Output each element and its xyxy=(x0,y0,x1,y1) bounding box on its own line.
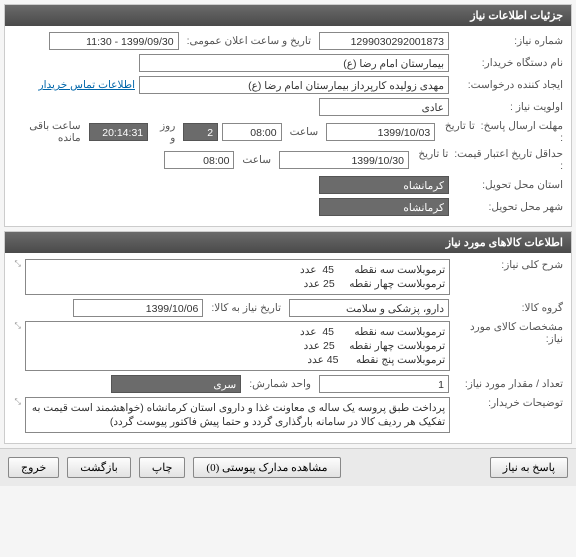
row-notes: توضیحات خریدار: پرداخت طبق پروسه یک ساله… xyxy=(13,397,563,433)
priority-label: اولویت نیاز : xyxy=(453,101,563,113)
resize-icon[interactable]: ⤡ xyxy=(13,397,21,405)
public-date-label: تاریخ و ساعت اعلان عمومی: xyxy=(183,35,315,47)
row-requester: ایجاد کننده درخواست: مهدی زولیده کارپردا… xyxy=(13,76,563,94)
resize-icon[interactable]: ⤡ xyxy=(13,321,21,329)
min-valid-time-field: 08:00 xyxy=(164,151,234,169)
qty-field: 1 xyxy=(319,375,449,393)
row-min-valid: حداقل تاریخ اعتبار قیمت: تا تاریخ : 1399… xyxy=(13,148,563,172)
requester-label: ایجاد کننده درخواست: xyxy=(453,79,563,91)
countdown-field: 20:14:31 xyxy=(89,123,149,141)
province-label: استان محل تحویل: xyxy=(453,179,563,191)
desc-label: شرح کلی نیاز: xyxy=(454,259,563,271)
days-remaining-field: 2 xyxy=(183,123,218,141)
row-group: گروه کالا: دارو، پزشکی و سلامت تاریخ نیا… xyxy=(13,299,563,317)
unit-label: واحد شمارش: xyxy=(245,378,315,390)
group-field: دارو، پزشکی و سلامت xyxy=(289,299,449,317)
priority-field: عادی xyxy=(319,98,449,116)
exit-button[interactable]: خروج xyxy=(8,457,59,478)
buyer-label: نام دستگاه خریدار: xyxy=(453,57,563,69)
min-valid-date-field: 1399/10/30 xyxy=(279,151,409,169)
qty-label: تعداد / مقدار مورد نیاز: xyxy=(453,378,563,390)
row-city: شهر محل تحویل: کرمانشاه xyxy=(13,198,563,216)
resize-icon[interactable]: ⤡ xyxy=(13,259,21,267)
city-field: کرمانشاه xyxy=(319,198,449,216)
notes-label: توضیحات خریدار: xyxy=(454,397,563,409)
need-details-panel: جزئیات اطلاعات نیاز شماره نیاز: 12990302… xyxy=(4,4,572,227)
row-deadline: مهلت ارسال پاسخ: تا تاریخ : 1399/10/03 س… xyxy=(13,120,563,144)
row-buyer: نام دستگاه خریدار: بیمارستان امام رضا (ع… xyxy=(13,54,563,72)
need-details-body: شماره نیاز: 1299030292001873 تاریخ و ساع… xyxy=(5,26,571,226)
contact-link[interactable]: اطلاعات تماس خریدار xyxy=(39,79,135,91)
notes-field: پرداخت طبق پروسه یک ساله ی معاونت غذا و … xyxy=(25,397,450,433)
spec-field: ترموبلاست سه نقطه 45 عدد ترموبلاست چهار … xyxy=(25,321,450,371)
city-label: شهر محل تحویل: xyxy=(453,201,563,213)
need-details-header: جزئیات اطلاعات نیاز xyxy=(5,5,571,26)
public-date-field: 1399/09/30 - 11:30 xyxy=(49,32,179,50)
min-valid-label: حداقل تاریخ اعتبار قیمت: تا تاریخ : xyxy=(413,148,563,172)
deadline-date-field: 1399/10/03 xyxy=(326,123,435,141)
deadline-time-label: ساعت xyxy=(286,126,323,138)
deadline-label: مهلت ارسال پاسخ: تا تاریخ : xyxy=(439,120,563,144)
spec-label: مشخصات کالای مورد نیاز: xyxy=(454,321,563,345)
footer-buttons: پاسخ به نیاز مشاهده مدارک پیوستی (0) چاپ… xyxy=(0,448,576,486)
deadline-time-field: 08:00 xyxy=(222,123,282,141)
countdown-label: ساعت باقی مانده xyxy=(13,120,85,144)
goods-body: شرح کلی نیاز: ترموبلاست سه نقطه 45 عدد ت… xyxy=(5,253,571,443)
row-desc: شرح کلی نیاز: ترموبلاست سه نقطه 45 عدد ت… xyxy=(13,259,563,295)
desc-field: ترموبلاست سه نقطه 45 عدد ترموبلاست چهار … xyxy=(25,259,450,295)
respond-button[interactable]: پاسخ به نیاز xyxy=(490,457,568,478)
print-button[interactable]: چاپ xyxy=(139,457,186,478)
group-label: گروه کالا: xyxy=(453,302,563,314)
back-button[interactable]: بازگشت xyxy=(67,457,131,478)
row-qty: تعداد / مقدار مورد نیاز: 1 واحد شمارش: س… xyxy=(13,375,563,393)
need-no-label: شماره نیاز: xyxy=(453,35,563,47)
row-need-no: شماره نیاز: 1299030292001873 تاریخ و ساع… xyxy=(13,32,563,50)
goods-header: اطلاعات کالاهای مورد نیاز xyxy=(5,232,571,253)
row-province: استان محل تحویل: کرمانشاه xyxy=(13,176,563,194)
requester-field: مهدی زولیده کارپرداز بیمارستان امام رضا … xyxy=(139,76,449,94)
min-valid-time-label: ساعت xyxy=(238,154,275,166)
delivery-date-label: تاریخ نیاز به کالا: xyxy=(207,302,285,314)
row-priority: اولویت نیاز : عادی xyxy=(13,98,563,116)
attachments-button[interactable]: مشاهده مدارک پیوستی (0) xyxy=(193,457,340,478)
need-no-field: 1299030292001873 xyxy=(319,32,449,50)
days-label: روز و xyxy=(152,120,179,144)
province-field: کرمانشاه xyxy=(319,176,449,194)
row-spec: مشخصات کالای مورد نیاز: ترموبلاست سه نقط… xyxy=(13,321,563,371)
goods-panel: اطلاعات کالاهای مورد نیاز شرح کلی نیاز: … xyxy=(4,231,572,444)
delivery-date-field: 1399/10/06 xyxy=(73,299,203,317)
buyer-field: بیمارستان امام رضا (ع) xyxy=(139,54,449,72)
unit-field: سری xyxy=(111,375,241,393)
